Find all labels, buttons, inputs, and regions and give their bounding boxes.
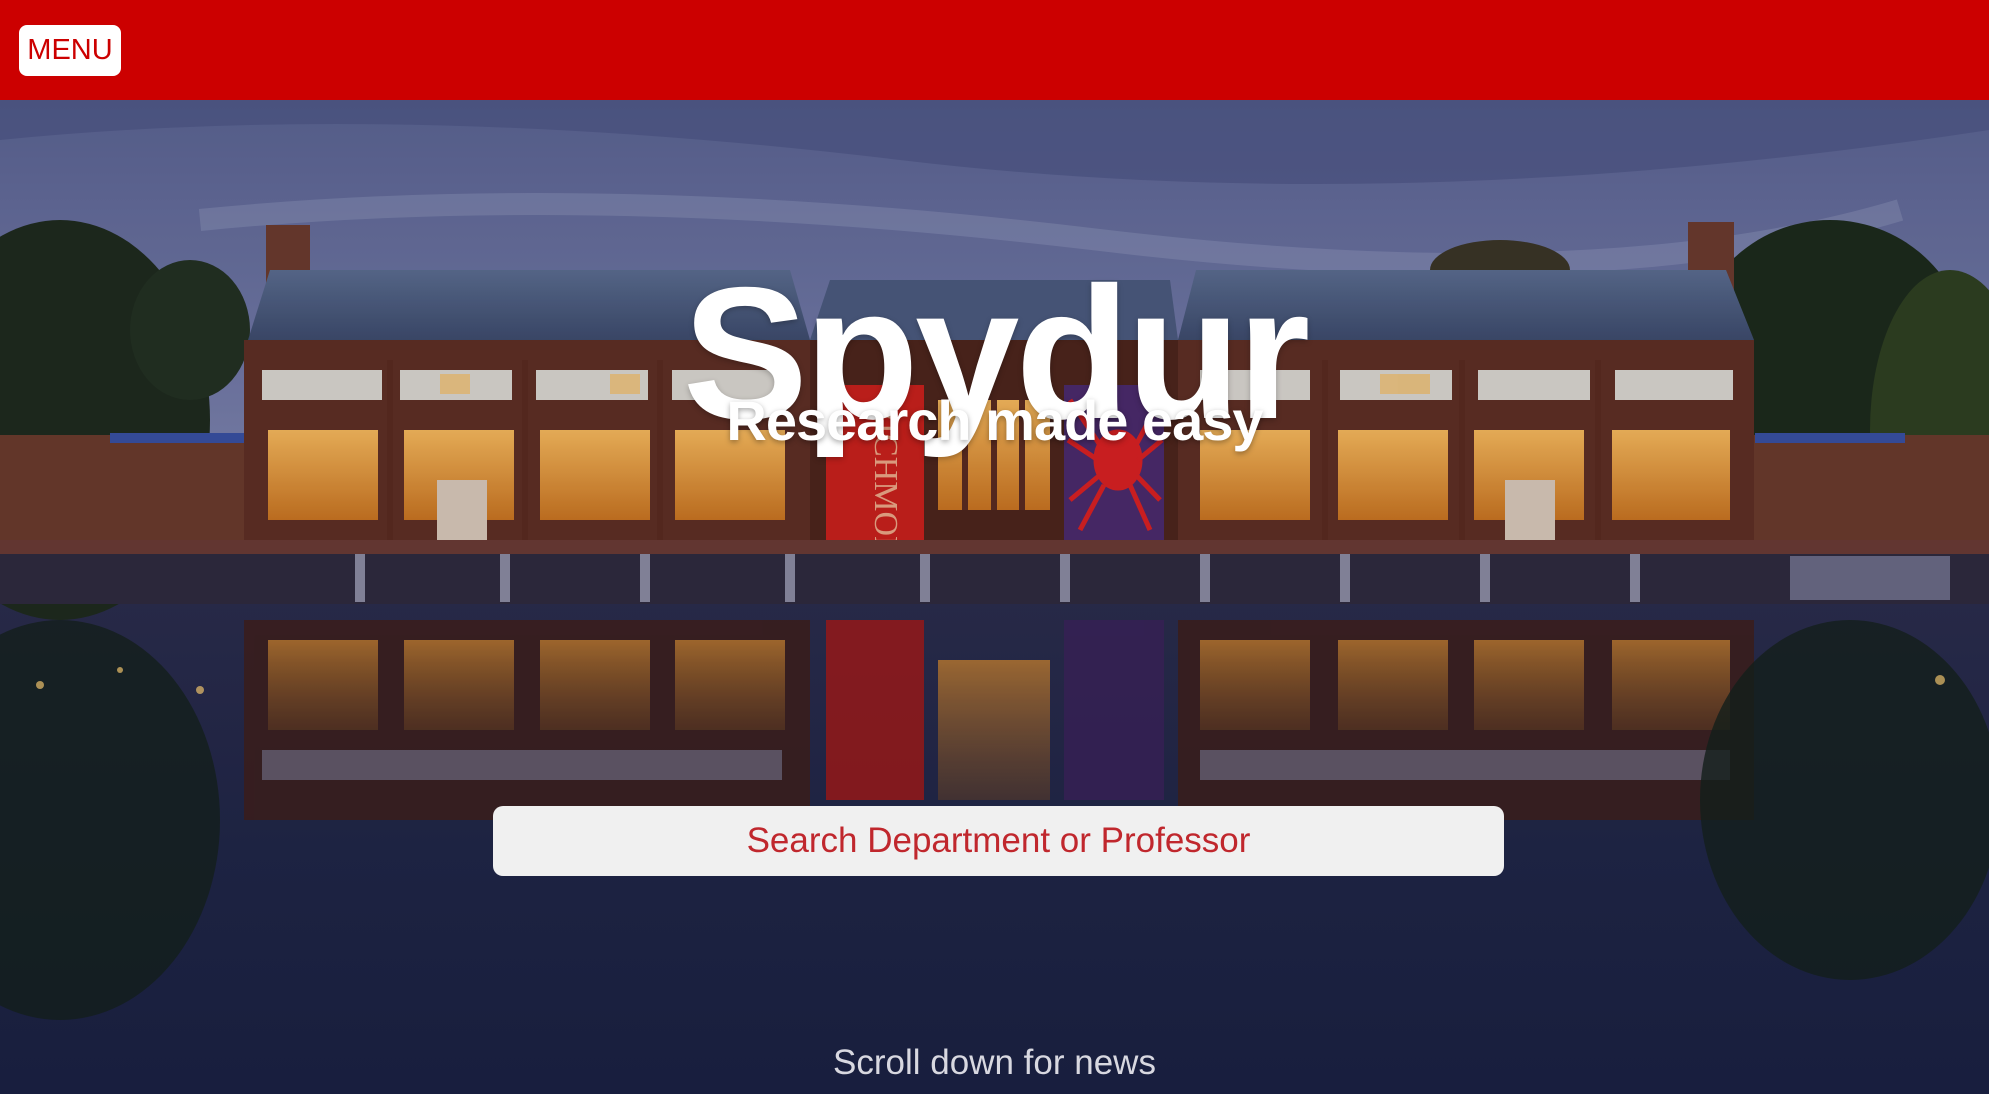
menu-button[interactable]: MENU: [19, 25, 121, 76]
hero-subtitle: Research made easy: [726, 389, 1263, 453]
top-nav-bar: MENU: [0, 0, 1989, 100]
page: MENU RICHMOND Spydur Research made easy …: [0, 0, 1989, 1094]
search-input[interactable]: [493, 806, 1504, 876]
scroll-hint: Scroll down for news: [833, 1043, 1156, 1082]
